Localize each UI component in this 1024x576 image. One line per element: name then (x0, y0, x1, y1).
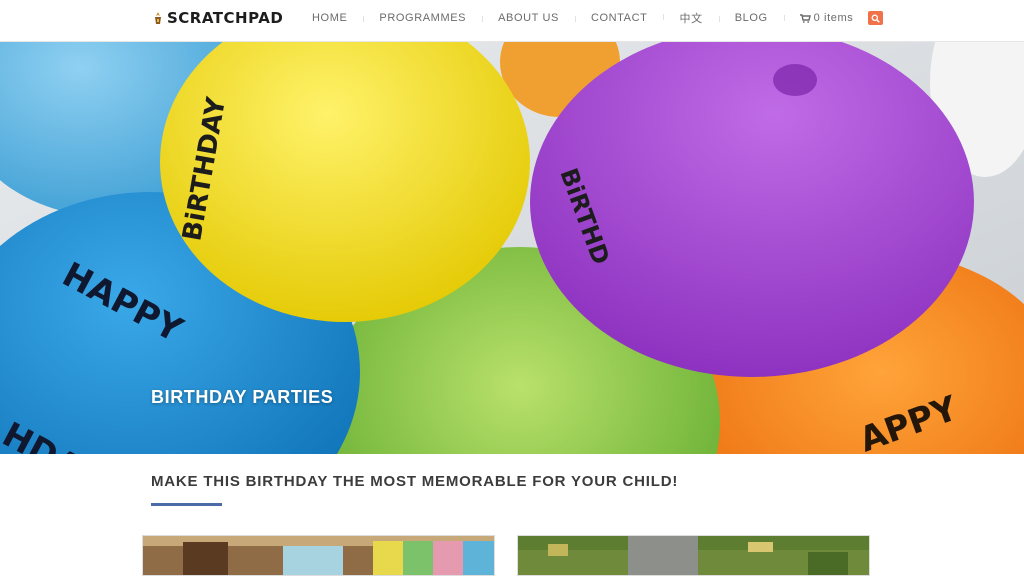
section-heading: MAKE THIS BIRTHDAY THE MOST MEMORABLE FO… (151, 473, 679, 490)
site-header: SCRATCHPAD HOME PROGRAMMES ABOUT US CONT… (0, 0, 1024, 42)
heading-underline (151, 503, 222, 506)
nav-home[interactable]: HOME (296, 12, 363, 24)
site-logo[interactable]: SCRATCHPAD (152, 9, 283, 27)
nav-about-us[interactable]: ABOUT US (482, 12, 575, 24)
minecraft-landscape-screenshot (518, 536, 869, 575)
nav-blog[interactable]: BLOG (718, 12, 784, 24)
search-button[interactable] (868, 11, 884, 25)
minecraft-room-screenshot (143, 536, 494, 575)
search-icon (871, 14, 881, 23)
shopping-cart-icon (799, 13, 811, 23)
gallery-card-minecraft-landscape[interactable] (517, 535, 870, 576)
nav-programmes[interactable]: PROGRAMMES (363, 12, 482, 24)
nav-chinese[interactable]: 中文 (663, 10, 718, 26)
nav-contact[interactable]: CONTACT (574, 12, 664, 24)
main-nav: HOME PROGRAMMES ABOUT US CONTACT 中文 BLOG… (296, 0, 899, 36)
gallery-card-minecraft-room[interactable] (142, 535, 495, 576)
cart-link[interactable]: 0 items (783, 11, 900, 25)
logo-text: SCRATCHPAD (167, 9, 284, 27)
hero-title: BIRTHDAY PARTIES (151, 387, 334, 407)
logo-icon (155, 12, 161, 24)
hero-banner: HAPPY HDAY BiRTHDAY BiRTHD APPY BIRTHDAY… (0, 42, 1024, 454)
cart-count: 0 items (813, 12, 854, 24)
